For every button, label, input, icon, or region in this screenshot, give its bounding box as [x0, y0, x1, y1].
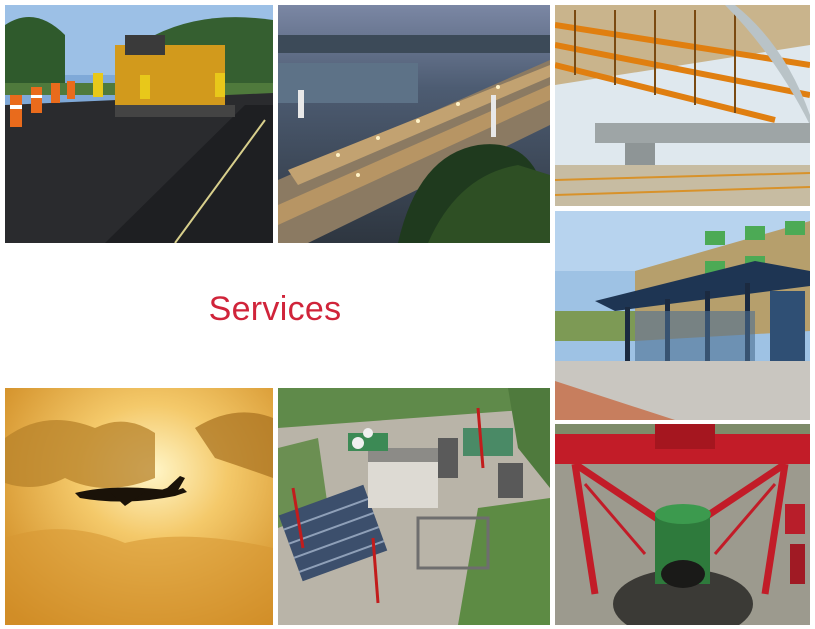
page-title: Services — [208, 290, 342, 328]
tunnel-boring-gantry-photo — [555, 424, 810, 625]
bus-shelter-photo — [555, 211, 810, 420]
road-paving-photo — [5, 5, 273, 243]
airplane-sunset-photo — [5, 388, 273, 625]
bridge-construction-photo — [555, 5, 810, 206]
industrial-plant-aerial-photo — [278, 388, 550, 625]
highway-at-dusk-photo — [278, 5, 550, 243]
